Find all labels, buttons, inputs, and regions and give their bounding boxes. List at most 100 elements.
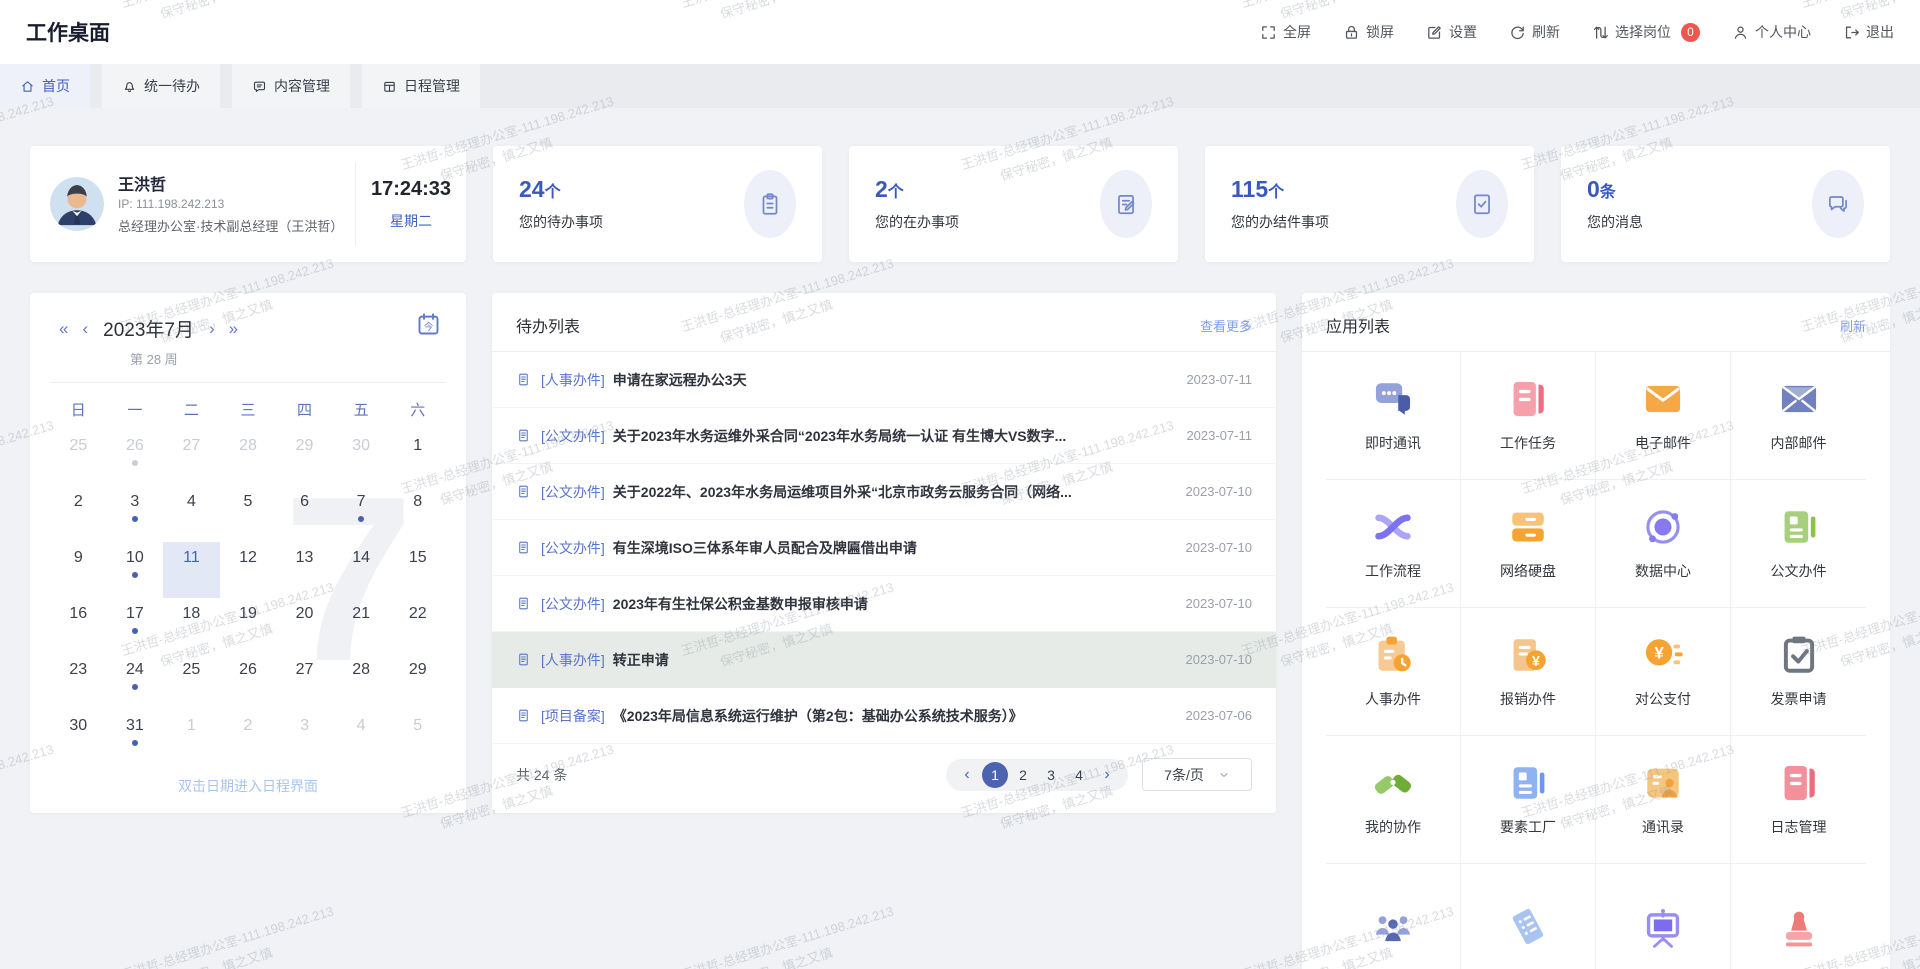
stat-card-completed[interactable]: 115个 您的办结件事项 xyxy=(1205,146,1534,262)
calendar-day[interactable]: 16 xyxy=(50,598,107,654)
app-item[interactable]: 工作流程 xyxy=(1326,480,1461,608)
app-item[interactable]: ¥对公支付 xyxy=(1596,608,1731,736)
calendar-day[interactable]: 28 xyxy=(220,430,277,486)
calendar-day[interactable]: 1 xyxy=(389,430,446,486)
today-icon[interactable]: 今 xyxy=(415,311,442,338)
tab-content-mgmt[interactable]: 内容管理 xyxy=(232,64,350,108)
stat-card-in-progress[interactable]: 2个 您的在办事项 xyxy=(849,146,1178,262)
calendar-day[interactable]: 2 xyxy=(50,486,107,542)
next-year-button[interactable]: » xyxy=(222,320,245,337)
calendar-day[interactable]: 30 xyxy=(50,710,107,766)
view-more-link[interactable]: 查看更多 xyxy=(1200,316,1252,335)
calendar-day[interactable]: 17 xyxy=(107,598,164,654)
calendar-day[interactable]: 29 xyxy=(276,430,333,486)
page-number-button[interactable]: 4 xyxy=(1066,762,1092,788)
calendar-day[interactable]: 9 xyxy=(50,542,107,598)
fullscreen-button[interactable]: 全屏 xyxy=(1260,22,1311,42)
app-item[interactable]: 公文办件 xyxy=(1731,480,1866,608)
logout-button[interactable]: 退出 xyxy=(1843,22,1894,42)
app-item[interactable]: 网络硬盘 xyxy=(1461,480,1596,608)
calendar-hint[interactable]: 双击日期进入日程界面 xyxy=(50,776,446,796)
calendar-day[interactable]: 25 xyxy=(163,654,220,710)
calendar-day[interactable]: 30 xyxy=(333,430,390,486)
tab-schedule-mgmt[interactable]: 日程管理 xyxy=(362,64,480,108)
todo-item[interactable]: [公文办件]2023年有生社保公积金基数申报审核申请2023-07-10 xyxy=(492,576,1276,632)
page-number-button[interactable]: 3 xyxy=(1038,762,1064,788)
prev-month-button[interactable]: ‹ xyxy=(75,320,95,337)
calendar-day[interactable]: 22 xyxy=(389,598,446,654)
calendar-day[interactable]: 14 xyxy=(333,542,390,598)
calendar-day[interactable]: 5 xyxy=(220,486,277,542)
app-item[interactable] xyxy=(1731,864,1866,969)
todo-page-size-select[interactable]: 7条/页 xyxy=(1142,758,1252,791)
calendar-day[interactable]: 26 xyxy=(107,430,164,486)
app-item[interactable]: 数据中心 xyxy=(1596,480,1731,608)
calendar-day[interactable]: 3 xyxy=(107,486,164,542)
app-item[interactable]: 要素工厂 xyxy=(1461,736,1596,864)
app-item[interactable] xyxy=(1461,864,1596,969)
settings-button[interactable]: 设置 xyxy=(1426,22,1477,42)
calendar-day[interactable]: 2 xyxy=(220,710,277,766)
select-post-button[interactable]: 选择岗位0 xyxy=(1592,22,1700,42)
app-item[interactable] xyxy=(1596,864,1731,969)
todo-item[interactable]: [人事办件]转正申请2023-07-10 xyxy=(492,632,1276,688)
calendar-day[interactable]: 4 xyxy=(163,486,220,542)
calendar-day[interactable]: 28 xyxy=(333,654,390,710)
tab-home[interactable]: 首页 xyxy=(0,64,90,108)
calendar-day[interactable]: 5 xyxy=(389,710,446,766)
calendar-day[interactable]: 18 xyxy=(163,598,220,654)
todo-item[interactable]: [公文办件]有生深境ISO三体系年审人员配合及牌匾借出申请2023-07-10 xyxy=(492,520,1276,576)
lock-screen-button[interactable]: 锁屏 xyxy=(1343,22,1394,42)
calendar-day[interactable]: 21 xyxy=(333,598,390,654)
app-item[interactable]: 内部邮件 xyxy=(1731,352,1866,480)
calendar-day[interactable]: 7 xyxy=(333,486,390,542)
calendar-day[interactable]: 12 xyxy=(220,542,277,598)
calendar-day[interactable]: 3 xyxy=(276,710,333,766)
todo-item[interactable]: [公文办件]关于2022年、2023年水务局运维项目外采“北京市政务云服务合同（… xyxy=(492,464,1276,520)
prev-year-button[interactable]: « xyxy=(52,320,75,337)
calendar-day[interactable]: 1 xyxy=(163,710,220,766)
avatar[interactable] xyxy=(50,177,104,231)
prev-page-button[interactable]: ‹ xyxy=(954,762,980,788)
todo-item[interactable]: [人事办件]申请在家远程办公3天2023-07-11 xyxy=(492,352,1276,408)
calendar-day[interactable]: 27 xyxy=(163,430,220,486)
calendar-day[interactable]: 20 xyxy=(276,598,333,654)
app-item[interactable]: 我的协作 xyxy=(1326,736,1461,864)
app-item[interactable]: 日志管理 xyxy=(1731,736,1866,864)
calendar-day[interactable]: 19 xyxy=(220,598,277,654)
app-item[interactable] xyxy=(1326,864,1461,969)
calendar-day[interactable]: 31 xyxy=(107,710,164,766)
page-number-button[interactable]: 2 xyxy=(1010,762,1036,788)
next-page-button[interactable]: › xyxy=(1094,762,1120,788)
tab-unified-todo[interactable]: 统一待办 xyxy=(102,64,220,108)
calendar-day[interactable]: 6 xyxy=(276,486,333,542)
calendar-day[interactable]: 11 xyxy=(163,542,220,598)
calendar-day[interactable]: 29 xyxy=(389,654,446,710)
calendar-day[interactable]: 4 xyxy=(333,710,390,766)
calendar-day[interactable]: 25 xyxy=(50,430,107,486)
app-item[interactable]: ¥报销办件 xyxy=(1461,608,1596,736)
calendar-day[interactable]: 15 xyxy=(389,542,446,598)
calendar-day[interactable]: 13 xyxy=(276,542,333,598)
app-item[interactable]: 电子邮件 xyxy=(1596,352,1731,480)
stat-card-messages[interactable]: 0条 您的消息 xyxy=(1561,146,1890,262)
app-item[interactable]: 人事办件 xyxy=(1326,608,1461,736)
calendar-day[interactable]: 10 xyxy=(107,542,164,598)
calendar-day[interactable]: 27 xyxy=(276,654,333,710)
calendar-day[interactable]: 8 xyxy=(389,486,446,542)
profile-button[interactable]: 个人中心 xyxy=(1732,22,1811,42)
stat-card-todo[interactable]: 24个 您的待办事项 xyxy=(493,146,822,262)
app-item[interactable]: 通讯录 xyxy=(1596,736,1731,864)
todo-item[interactable]: [项目备案]《2023年局信息系统运行维护（第2包：基础办公系统技术服务）》20… xyxy=(492,688,1276,744)
calendar-day[interactable]: 23 xyxy=(50,654,107,710)
apps-refresh-link[interactable]: 刷新 xyxy=(1840,316,1866,335)
calendar-day[interactable]: 26 xyxy=(220,654,277,710)
refresh-button[interactable]: 刷新 xyxy=(1509,22,1560,42)
app-item[interactable]: 发票申请 xyxy=(1731,608,1866,736)
calendar-day[interactable]: 24 xyxy=(107,654,164,710)
todo-item[interactable]: [公文办件]关于2023年水务运维外采合同“2023年水务局统一认证 有生博大V… xyxy=(492,408,1276,464)
next-month-button[interactable]: › xyxy=(202,320,222,337)
app-item[interactable]: 即时通讯 xyxy=(1326,352,1461,480)
page-number-button[interactable]: 1 xyxy=(982,762,1008,788)
app-item[interactable]: 工作任务 xyxy=(1461,352,1596,480)
